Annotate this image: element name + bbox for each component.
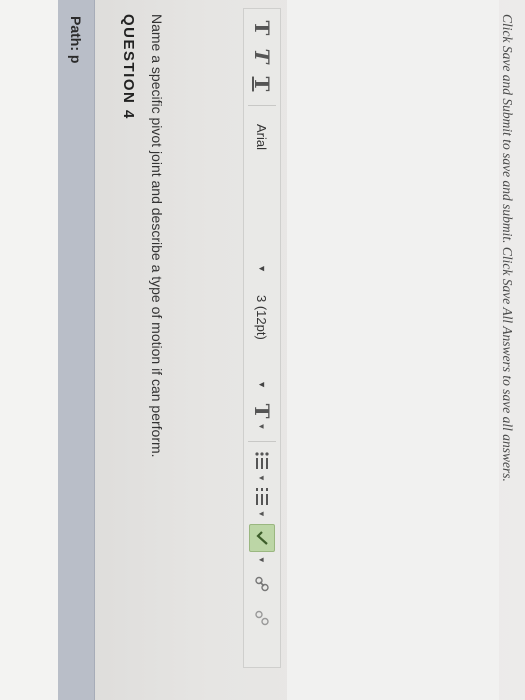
path-bar: Path: p	[58, 0, 95, 700]
answer-editor-area[interactable]	[287, 0, 499, 700]
editor-toolbar: T T T Arial ▼ 3 (12pt) ▼ T ▼ ▼ ▼ ▼	[243, 8, 281, 668]
window-edge	[0, 0, 59, 700]
link-button[interactable]	[248, 570, 276, 598]
underline-button[interactable]: T	[249, 73, 275, 95]
text-color-icon: T	[250, 403, 274, 419]
chevron-down-icon: ▼	[257, 509, 267, 518]
spellcheck-icon	[249, 523, 275, 552]
question-prompt: Name a specific pivot joint and describe…	[149, 14, 165, 458]
question-title: QUESTION 4	[120, 14, 137, 120]
chevron-down-icon: ▼	[257, 555, 267, 564]
toolbar-separator	[248, 441, 276, 442]
unlink-button[interactable]	[248, 604, 276, 632]
link-icon	[255, 576, 269, 591]
bullet-list-button[interactable]: ▼	[248, 452, 276, 482]
path-label: Path: p	[68, 16, 84, 64]
submit-instructions: Click Save and Submit to save and submit…	[500, 14, 515, 482]
font-size-value: 3 (12pt)	[254, 295, 270, 340]
chevron-down-icon: ▼	[257, 474, 267, 482]
chevron-down-icon: ▼	[257, 264, 267, 273]
toolbar-separator	[248, 105, 276, 106]
font-family-value: Arial	[254, 124, 270, 151]
text-color-button[interactable]: T ▼	[248, 403, 276, 431]
bullet-list-icon	[255, 452, 269, 469]
screen-frame: Path: p QUESTION 4 Name a specific pivot…	[0, 0, 525, 700]
font-size-select[interactable]: 3 (12pt) ▼	[248, 287, 276, 397]
chevron-down-icon: ▼	[257, 422, 267, 431]
spellcheck-button[interactable]: ▼	[248, 523, 276, 564]
italic-button[interactable]: T	[249, 45, 275, 67]
chevron-down-icon: ▼	[257, 380, 267, 389]
unlink-icon	[255, 610, 269, 625]
bold-button[interactable]: T	[249, 17, 275, 39]
font-family-select[interactable]: Arial ▼	[248, 116, 276, 281]
numbered-list-button[interactable]: ▼	[248, 487, 276, 518]
numbered-list-icon	[256, 487, 268, 505]
